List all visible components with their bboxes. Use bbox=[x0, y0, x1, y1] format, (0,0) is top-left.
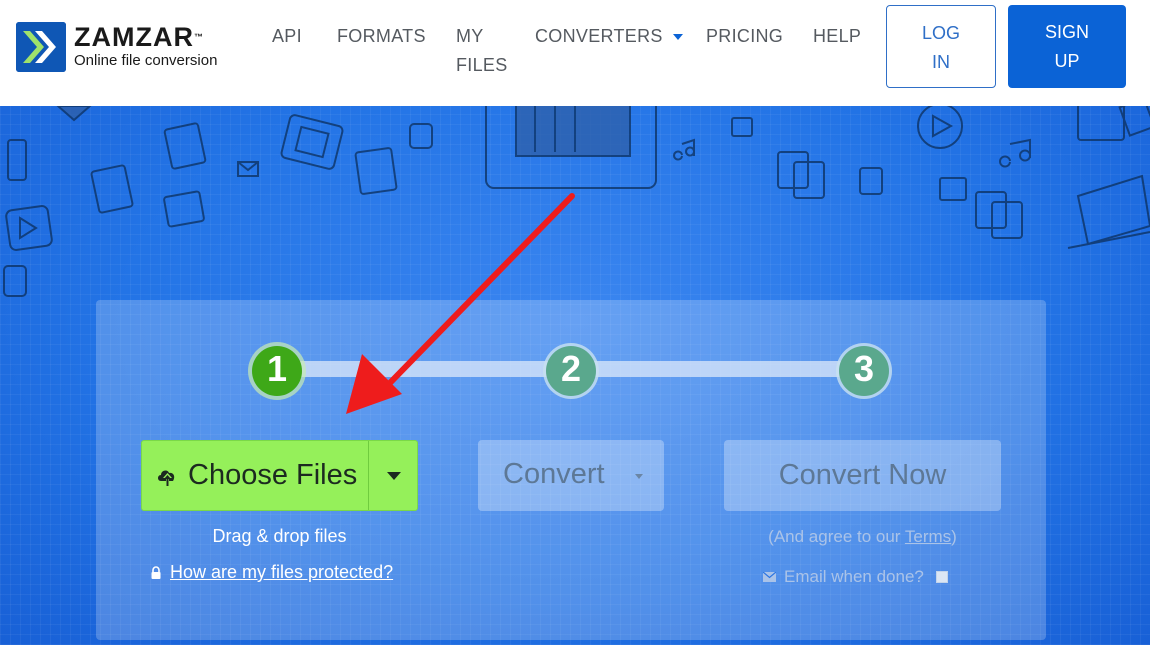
cloud-upload-icon bbox=[158, 470, 175, 486]
brand-tagline: Online file conversion bbox=[74, 52, 218, 69]
step-1-badge: 1 bbox=[252, 346, 302, 396]
agree-terms-text: (And agree to our Terms) bbox=[768, 527, 957, 546]
email-when-done-checkbox[interactable] bbox=[935, 571, 948, 583]
convert-now-button[interactable]: Convert Now bbox=[724, 440, 1001, 511]
email-when-done-label: Email when done? bbox=[784, 567, 924, 586]
convert-format-label: Convert bbox=[503, 458, 605, 490]
zamzar-logo-icon bbox=[16, 22, 66, 72]
step-2-badge: 2 bbox=[546, 346, 596, 396]
chevron-down-icon bbox=[635, 474, 643, 479]
choose-files-label: Choose Files bbox=[188, 459, 358, 491]
envelope-icon bbox=[763, 572, 776, 582]
files-protected-link[interactable]: How are my files protected? bbox=[170, 562, 393, 583]
brand-name: ZAMZAR™ bbox=[74, 22, 204, 52]
email-when-done-row: Email when done? bbox=[763, 567, 948, 587]
chevron-down-icon bbox=[387, 472, 401, 480]
login-button[interactable]: LOG IN bbox=[886, 5, 996, 88]
lock-icon bbox=[151, 566, 161, 579]
choose-files-button-group: Choose Files bbox=[141, 440, 418, 511]
step-3-badge: 3 bbox=[839, 346, 889, 396]
zamzar-logo[interactable]: ZAMZAR™ Online file conversion bbox=[16, 22, 217, 72]
nav-my-files[interactable]: MY FILES bbox=[456, 22, 508, 80]
nav-pricing[interactable]: PRICING bbox=[706, 22, 783, 51]
choose-files-dropdown-toggle[interactable] bbox=[368, 441, 418, 510]
terms-link[interactable]: Terms bbox=[905, 527, 951, 546]
chevron-down-icon bbox=[672, 34, 683, 41]
choose-files-button[interactable]: Choose Files bbox=[142, 441, 368, 510]
drag-drop-hint: Drag & drop files bbox=[212, 526, 347, 546]
convert-format-select[interactable]: Convert bbox=[478, 440, 664, 511]
nav-converters[interactable]: CONVERTERS bbox=[535, 22, 683, 51]
hero-section: 1 2 3 Choose Files Convert Convert Now D… bbox=[0, 106, 1150, 645]
nav-formats[interactable]: FORMATS bbox=[337, 22, 426, 51]
nav-help[interactable]: HELP bbox=[813, 22, 861, 51]
signup-button[interactable]: SIGN UP bbox=[1008, 5, 1126, 88]
site-header: ZAMZAR™ Online file conversion API FORMA… bbox=[0, 0, 1150, 106]
files-protected-row: How are my files protected? bbox=[150, 562, 393, 583]
nav-api[interactable]: API bbox=[272, 22, 302, 51]
